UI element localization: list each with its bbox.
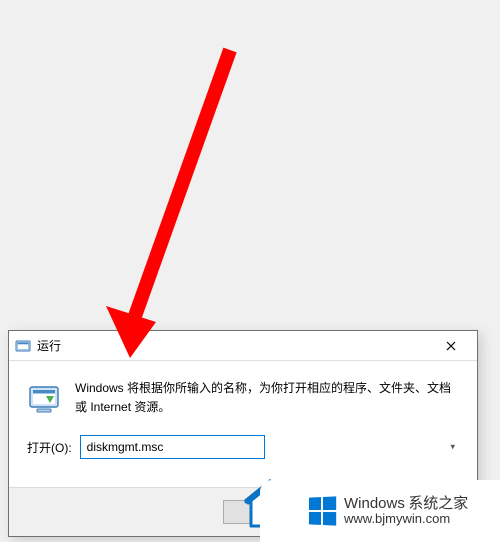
description-text: Windows 将根据你所输入的名称，为你打开相应的程序、文件夹、文档或 Int… xyxy=(75,379,459,417)
command-input-wrapper: ▾ xyxy=(80,435,459,459)
watermark-logo: Windows 系统之家 www.bjmywin.com xyxy=(308,495,468,527)
close-button[interactable] xyxy=(431,332,471,360)
open-label: 打开(O): xyxy=(27,439,72,456)
close-icon xyxy=(446,338,456,354)
dialog-title: 运行 xyxy=(37,337,431,354)
command-input[interactable] xyxy=(80,435,265,459)
run-dialog-icon xyxy=(15,338,31,354)
watermark-text: Windows 系统之家 www.bjmywin.com xyxy=(344,495,468,527)
windows-logo-icon xyxy=(309,496,336,525)
open-input-row: 打开(O): ▾ xyxy=(27,435,459,459)
watermark-tagline: 系统之家 xyxy=(408,495,468,512)
chevron-down-icon: ▾ xyxy=(450,442,455,453)
red-arrow-annotation xyxy=(100,40,260,360)
watermark: Windows 系统之家 www.bjmywin.com xyxy=(240,466,500,542)
desktop-background: 运行 xyxy=(0,0,500,542)
watermark-panel: Windows 系统之家 www.bjmywin.com xyxy=(260,480,500,542)
description-row: Windows 将根据你所输入的名称，为你打开相应的程序、文件夹、文档或 Int… xyxy=(27,379,459,417)
watermark-url: www.bjmywin.com xyxy=(344,512,468,527)
run-program-icon xyxy=(27,381,63,417)
watermark-brand: Windows xyxy=(344,495,405,512)
titlebar[interactable]: 运行 xyxy=(9,331,477,361)
